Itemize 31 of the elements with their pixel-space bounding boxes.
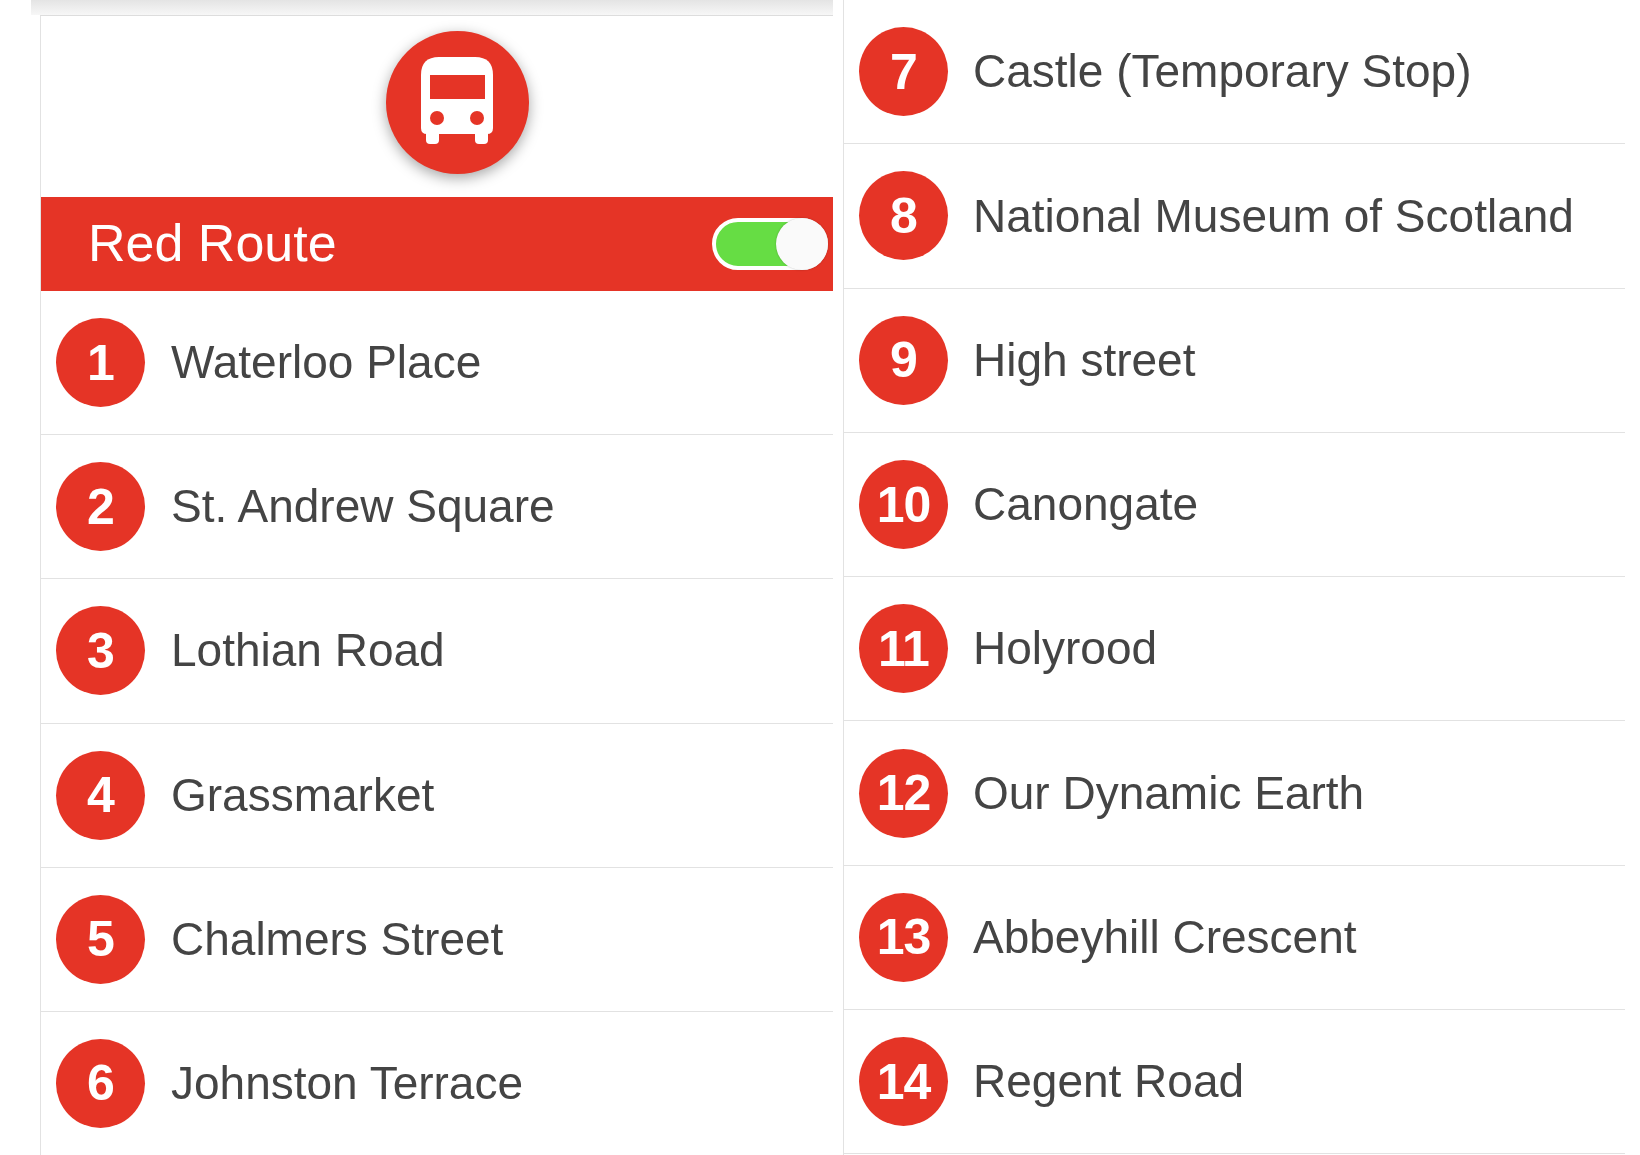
stop-name: St. Andrew Square [171, 480, 555, 534]
stop-name: National Museum of Scotland [973, 189, 1574, 243]
stop-name: Lothian Road [171, 624, 445, 678]
stop-name: High street [973, 333, 1196, 387]
stop-number-badge: 11 [859, 604, 948, 694]
stop-name: Canongate [973, 478, 1199, 531]
stop-name: Waterloo Place [171, 336, 482, 390]
stop-number-badge: 3 [56, 606, 145, 696]
stop-name: Grassmarket [171, 768, 435, 822]
stop-name: Chalmers Street [171, 912, 504, 966]
stop-number-badge: 7 [859, 27, 948, 117]
stop-name: Our Dynamic Earth [973, 766, 1365, 820]
route-toggle[interactable] [712, 218, 828, 270]
stop-number-badge: 2 [56, 462, 145, 552]
stop-number-badge: 10 [859, 460, 948, 550]
stop-number-badge: 13 [859, 892, 948, 982]
stop-name: Johnston Terrace [171, 1057, 524, 1110]
stop-name: Holyrood [973, 622, 1158, 676]
stop-number-badge: 6 [56, 1038, 145, 1128]
stop-number-badge: 1 [56, 318, 145, 408]
route-title: Red Route [88, 214, 337, 274]
bus-icon [386, 31, 529, 174]
stop-number-badge: 9 [859, 315, 948, 405]
stop-number-badge: 14 [859, 1037, 948, 1127]
stop-number-badge: 12 [859, 748, 948, 838]
stop-number-badge: 4 [56, 750, 145, 840]
stop-name: Castle (Temporary Stop) [973, 45, 1472, 99]
stop-name: Abbeyhill Crescent [973, 911, 1357, 964]
stop-name: Regent Road [973, 1055, 1245, 1109]
stop-number-badge: 5 [56, 894, 145, 984]
stop-number-badge: 8 [859, 171, 948, 261]
